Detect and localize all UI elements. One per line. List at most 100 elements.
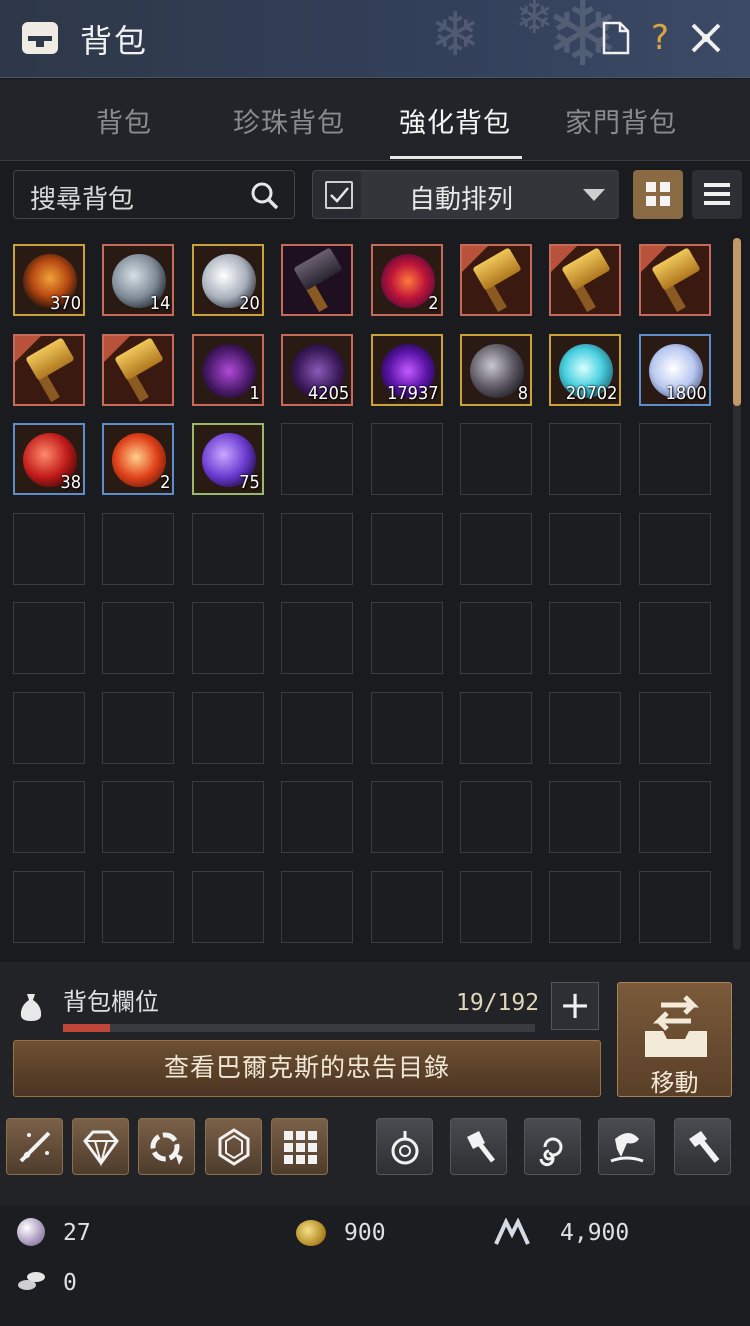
mountain-amount: 4,900 [560, 1220, 630, 1246]
move-button-label: 移動 [650, 1069, 699, 1097]
sealed-flag-icon [15, 335, 41, 362]
empty-slot[interactable] [370, 781, 443, 853]
item-slot-golden-hammer[interactable] [13, 333, 85, 406]
pendant-icon[interactable] [376, 1118, 433, 1175]
item-slot-cyan-orb[interactable]: 20702 [549, 333, 622, 406]
grid-view-button[interactable] [633, 170, 683, 219]
empty-slot[interactable] [191, 691, 264, 764]
item-slot-golden-hammer[interactable] [638, 244, 711, 316]
red-crystal-icon [380, 254, 435, 308]
gold-amount: 900 [344, 1220, 386, 1246]
empty-slot[interactable] [13, 512, 85, 585]
list-view-button[interactable] [692, 170, 742, 219]
item-slot-gray-stone[interactable]: 14 [102, 244, 175, 316]
empty-slot[interactable] [549, 691, 622, 764]
advice-catalog-button[interactable]: 查看巴爾克斯的忠告目錄 [13, 1040, 601, 1097]
capacity-label: 背包欄位 [63, 988, 159, 1016]
auto-sort-checkbox[interactable] [325, 181, 353, 209]
empty-slot[interactable] [549, 870, 622, 943]
empty-slot[interactable] [460, 512, 532, 585]
empty-slot[interactable] [281, 602, 354, 674]
item-slot-red-crystal[interactable]: 2 [370, 244, 443, 316]
swirl-icon[interactable] [524, 1118, 581, 1175]
item-slot-silver-stone[interactable]: 20 [191, 244, 264, 316]
item-slot-dark-hammer[interactable] [281, 244, 354, 316]
empty-slot[interactable] [102, 691, 175, 764]
empty-slot[interactable] [638, 781, 711, 853]
empty-slot[interactable] [549, 781, 622, 853]
empty-slot[interactable] [549, 423, 622, 495]
empty-slot[interactable] [281, 781, 354, 853]
empty-slot[interactable] [460, 781, 532, 853]
empty-slot[interactable] [460, 423, 532, 495]
empty-slot[interactable] [549, 602, 622, 674]
empty-slot[interactable] [370, 691, 443, 764]
grid-icon[interactable] [271, 1118, 328, 1175]
item-slot-purple-claw[interactable]: 1 [191, 333, 264, 406]
empty-slot[interactable] [13, 870, 85, 943]
tab-family-bag[interactable]: 家門背包 [565, 101, 677, 140]
empty-slot[interactable] [638, 512, 711, 585]
expand-capacity-button[interactable]: + [551, 982, 599, 1030]
search-input[interactable]: 搜尋背包 [13, 170, 295, 219]
empty-slot[interactable] [549, 512, 622, 585]
item-slot-purple-shard[interactable]: 4205 [281, 333, 354, 406]
empty-slot[interactable] [13, 781, 85, 853]
empty-slot[interactable] [191, 870, 264, 943]
empty-slot[interactable] [13, 602, 85, 674]
empty-slot[interactable] [638, 423, 711, 495]
empty-slot[interactable] [102, 870, 175, 943]
empty-slot[interactable] [460, 691, 532, 764]
empty-slot[interactable] [102, 602, 175, 674]
item-slot-red-stone[interactable]: 38 [13, 423, 85, 495]
fish-icon[interactable] [598, 1118, 655, 1175]
empty-slot[interactable] [281, 691, 354, 764]
empty-slot[interactable] [460, 870, 532, 943]
empty-slot[interactable] [191, 602, 264, 674]
move-button[interactable]: 移動 [617, 982, 732, 1097]
tab-bag[interactable]: 背包 [96, 101, 152, 140]
item-count: 17937 [387, 382, 439, 404]
sort-dropdown[interactable]: 自動排列 [361, 171, 619, 218]
scrollbar-thumb[interactable] [733, 238, 741, 406]
empty-slot[interactable] [102, 781, 175, 853]
item-slot-golden-hammer[interactable] [102, 333, 175, 406]
item-slot-black-stone-orb[interactable]: 370 [13, 244, 85, 316]
empty-slot[interactable] [370, 512, 443, 585]
window-title: 背包 [80, 22, 149, 60]
item-slot-purple-orb[interactable]: 17937 [370, 333, 443, 406]
help-button[interactable]: ? [642, 18, 678, 58]
empty-slot[interactable] [191, 512, 264, 585]
document-icon[interactable] [598, 18, 634, 58]
empty-slot[interactable] [460, 602, 532, 674]
empty-slot[interactable] [281, 512, 354, 585]
sword-sparkle-icon[interactable] [6, 1118, 63, 1175]
item-slot-golden-hammer[interactable] [460, 244, 532, 316]
item-slot-violet-stone[interactable]: 75 [191, 423, 264, 495]
cycle-icon[interactable] [138, 1118, 195, 1175]
empty-slot[interactable] [370, 423, 443, 495]
empty-slot[interactable] [638, 602, 711, 674]
item-slot-crystal-cluster[interactable]: 1800 [638, 333, 711, 406]
empty-slot[interactable] [370, 602, 443, 674]
empty-slot[interactable] [370, 870, 443, 943]
tab-pearl-bag[interactable]: 珍珠背包 [233, 101, 345, 140]
empty-slot[interactable] [13, 691, 85, 764]
empty-slot[interactable] [102, 512, 175, 585]
diamond-icon[interactable] [72, 1118, 129, 1175]
hammer-icon[interactable] [450, 1118, 507, 1175]
empty-slot[interactable] [191, 781, 264, 853]
search-icon[interactable] [250, 181, 280, 211]
close-icon[interactable] [688, 18, 724, 58]
item-slot-dark-stone[interactable]: 8 [460, 333, 532, 406]
empty-slot[interactable] [281, 870, 354, 943]
empty-slot[interactable] [638, 691, 711, 764]
tab-enhance-bag[interactable]: 強化背包 [399, 101, 511, 140]
item-slot-fire-orb[interactable]: 2 [102, 423, 175, 495]
smith-hammer-icon[interactable] [674, 1118, 731, 1175]
gem-icon[interactable] [205, 1118, 262, 1175]
empty-slot[interactable] [638, 870, 711, 943]
chevron-down-icon [583, 189, 605, 201]
item-slot-golden-hammer[interactable] [549, 244, 622, 316]
empty-slot[interactable] [281, 423, 354, 495]
